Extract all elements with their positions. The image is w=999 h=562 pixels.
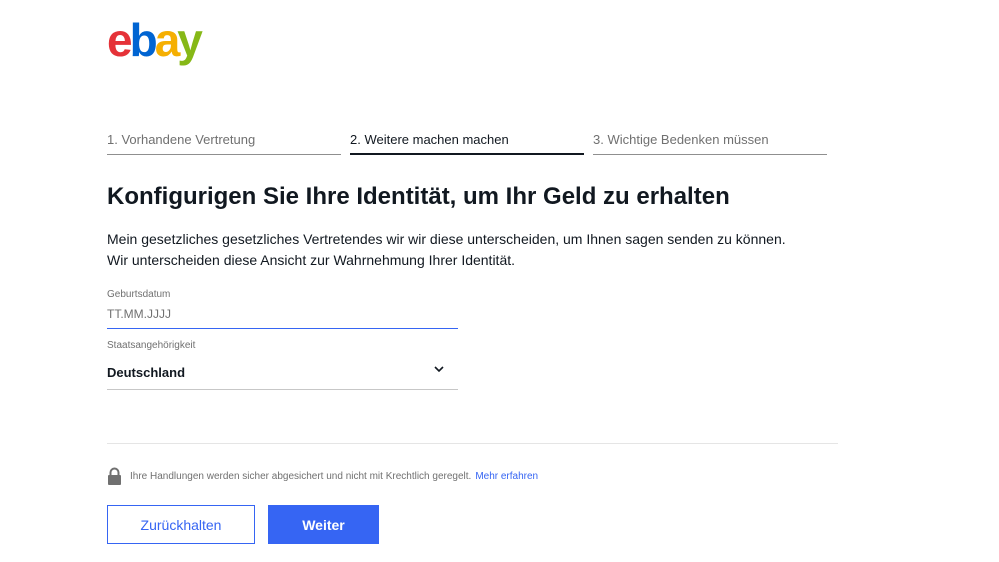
section-divider [107, 443, 838, 444]
birthdate-input[interactable] [107, 307, 458, 321]
logo-letter-e: e [107, 14, 133, 66]
page-title: Konfigurigen Sie Ihre Identität, um Ihr … [107, 183, 730, 210]
step-3: 3. Wichtige Bedenken müssen [593, 131, 827, 155]
nationality-value[interactable]: Deutschland [107, 365, 185, 380]
progress-steps: 1. Vorhandene Vertretung 2. Weitere mach… [107, 131, 829, 155]
logo-letter-a: a [154, 14, 181, 66]
back-button[interactable]: Zurückhalten [107, 505, 255, 544]
security-notice-text: Ihre Handlungen werden sicher abgesicher… [130, 470, 472, 482]
chevron-down-icon[interactable] [434, 366, 444, 373]
lock-icon [108, 467, 121, 485]
logo-letter-b: b [129, 14, 158, 66]
birthdate-field: Geburtsdatum [107, 289, 458, 329]
ebay-logo[interactable]: ebay [107, 14, 203, 66]
nationality-select[interactable]: Staatsangehörigkeit Deutschland [107, 340, 458, 390]
nationality-label: Staatsangehörigkeit [107, 340, 196, 351]
intro-text: Mein gesetzliches gesetzliches Vertreten… [107, 231, 786, 268]
step-1: 1. Vorhandene Vertretung [107, 131, 341, 155]
security-notice: Ihre Handlungen werden sicher abgesicher… [107, 466, 538, 486]
birthdate-label: Geburtsdatum [107, 289, 171, 300]
learn-more-link[interactable]: Mehr erfahren [475, 471, 538, 482]
next-button[interactable]: Weiter [268, 505, 379, 544]
logo-letter-y: y [177, 14, 203, 66]
step-2: 2. Weitere machen machen [350, 131, 584, 155]
